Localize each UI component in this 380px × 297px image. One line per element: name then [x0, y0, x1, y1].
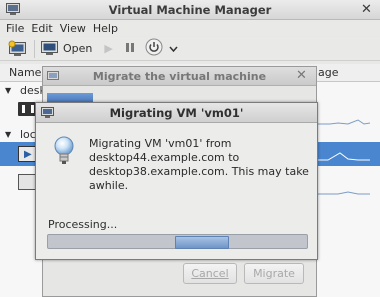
- new-vm-icon: [8, 40, 26, 56]
- column-name-header[interactable]: Name: [9, 66, 41, 79]
- migrate-button[interactable]: Migrate: [244, 263, 304, 284]
- migration-message: Migrating VM 'vm01' from desktop44.examp…: [89, 137, 319, 193]
- migrate-dialog-title: Migrate the virtual machine: [92, 70, 267, 83]
- power-button[interactable]: [145, 38, 163, 59]
- migrate-label: Migrate: [253, 267, 295, 280]
- menu-help[interactable]: Help: [93, 22, 118, 35]
- expander-triangle-icon[interactable]: ▼: [5, 130, 11, 139]
- open-label: Open: [63, 42, 93, 55]
- open-button[interactable]: Open: [41, 41, 92, 56]
- menu-bar: File Edit View Help: [0, 20, 380, 36]
- column-usage-header[interactable]: age: [318, 66, 339, 79]
- progress-bar: [47, 234, 308, 249]
- lightbulb-icon: [53, 136, 75, 169]
- message-line: desktop44.example.com to: [89, 151, 240, 164]
- cancel-button[interactable]: Cancel: [183, 263, 237, 284]
- main-window-titlebar: Virtual Machine Manager ✕: [0, 0, 380, 20]
- monitor-icon: [41, 41, 58, 55]
- usage-sparkline: [318, 182, 370, 196]
- new-vm-button[interactable]: [8, 40, 28, 58]
- window-title: Virtual Machine Manager: [108, 3, 272, 17]
- vm-state-icon: [22, 105, 34, 113]
- migrate-close-icon[interactable]: ✕: [295, 69, 308, 82]
- migration-progress-dialog: Migrating VM 'vm01' Migrating VM 'vm01' …: [35, 102, 318, 260]
- run-icon[interactable]: ▶: [104, 42, 112, 55]
- message-line: Migrating VM 'vm01' from: [89, 137, 232, 150]
- usage-sparkline: [318, 148, 370, 162]
- migrate-dialog-titlebar: Migrate the virtual machine ✕: [43, 67, 316, 86]
- toolbar: Open ▶: [0, 37, 380, 61]
- expander-triangle-icon[interactable]: ▼: [5, 86, 11, 95]
- menu-view[interactable]: View: [60, 22, 86, 35]
- menu-file[interactable]: File: [6, 22, 24, 35]
- window-close-icon[interactable]: ✕: [360, 3, 373, 16]
- power-menu-chevron-down-icon[interactable]: [169, 42, 178, 55]
- message-line: desktop38.example.com. This may take awh…: [89, 165, 309, 192]
- progress-dialog-title: Migrating VM 'vm01': [109, 106, 244, 120]
- power-icon: [145, 38, 163, 56]
- progress-status-label: Processing...: [48, 218, 118, 231]
- progress-dialog-titlebar: Migrating VM 'vm01': [36, 103, 317, 123]
- toolbar-separator: [34, 39, 35, 58]
- usage-sparkline: [318, 112, 371, 126]
- menu-edit[interactable]: Edit: [31, 22, 52, 35]
- progress-indicator: [175, 236, 229, 249]
- cancel-label: Cancel: [191, 267, 229, 280]
- pause-icon[interactable]: [125, 42, 135, 56]
